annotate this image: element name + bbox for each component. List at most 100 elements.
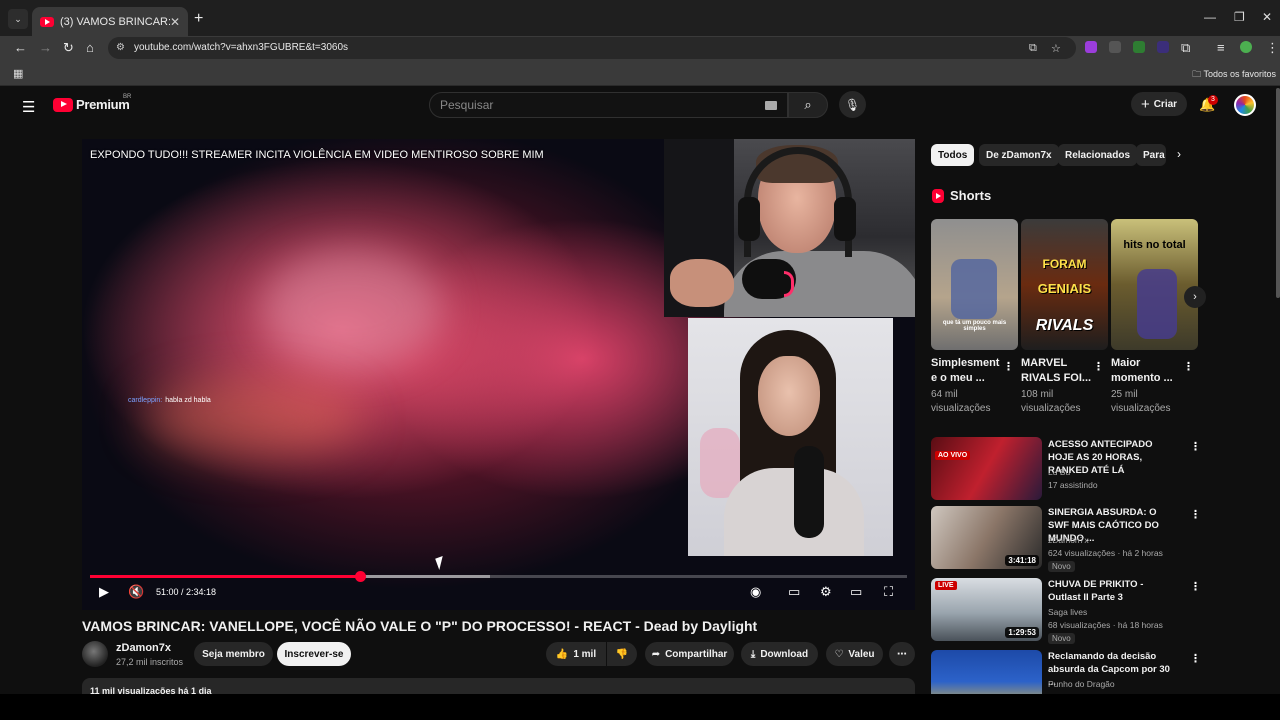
recommended-thumbnail[interactable]: LIVE 1:29:53 xyxy=(931,578,1042,641)
back-icon[interactable]: ← xyxy=(14,40,27,55)
time-display: 51:00 / 2:34:18 xyxy=(156,587,217,597)
fighter-figure xyxy=(1137,269,1177,339)
apps-grid-icon[interactable]: ▦ xyxy=(13,67,23,80)
short-title[interactable]: Maior momento ... xyxy=(1111,356,1183,386)
tab-search-button[interactable]: ⌄ xyxy=(8,9,28,29)
extensions-icon[interactable]: ⧉ xyxy=(1181,40,1190,56)
recommended-meta: 17 assistindo xyxy=(1048,480,1098,490)
browser-tabstrip: ⌄ (3) VAMOS BRINCAR: VANELLOPE ✕ + — ❐ ✕ xyxy=(0,0,1280,36)
player-overlay-title[interactable]: EXPONDO TUDO!!! STREAMER INCITA VIOLÊNCI… xyxy=(90,149,544,161)
like-button[interactable]: 👍 1 mil xyxy=(546,642,606,666)
progress-played xyxy=(90,575,361,578)
browser-menu-icon[interactable]: ⋮ xyxy=(1266,40,1279,56)
all-bookmarks-link[interactable]: 🗀 Todos os favoritos xyxy=(1192,67,1276,83)
site-info-icon[interactable]: ⚙ xyxy=(116,42,125,53)
create-label: Criar xyxy=(1153,98,1178,110)
page-scrollbar[interactable] xyxy=(1276,88,1280,298)
minimize-icon[interactable]: — xyxy=(1204,10,1216,24)
close-tab-icon[interactable]: ✕ xyxy=(170,15,180,29)
recommended-thumbnail[interactable]: 3:41:18 xyxy=(931,506,1042,569)
create-button[interactable]: + Criar xyxy=(1131,92,1187,116)
more-vertical-icon[interactable]: ⋮ xyxy=(1183,360,1194,373)
autoplay-toggle-icon[interactable]: ◉ xyxy=(750,584,761,600)
new-tab-icon[interactable]: + xyxy=(194,10,203,28)
home-icon[interactable]: ⌂ xyxy=(86,40,94,55)
chip-for-you[interactable]: Para xyxy=(1136,144,1166,166)
blurred-content xyxy=(262,249,442,369)
download-button[interactable]: ⤓ Download xyxy=(741,642,818,666)
voice-search-button[interactable]: 🎙 xyxy=(839,91,866,118)
recommended-channel[interactable]: Punho do Dragão xyxy=(1048,678,1115,691)
more-vertical-icon[interactable]: ⋮ xyxy=(1190,440,1201,453)
more-actions-button[interactable]: ⋯ xyxy=(889,642,915,666)
duration-badge: 1:29:53 xyxy=(1005,627,1039,638)
channel-avatar[interactable] xyxy=(82,641,108,667)
install-app-icon[interactable]: ⧉ xyxy=(1029,42,1037,55)
new-badge: Novo xyxy=(1048,633,1075,644)
reload-icon[interactable]: ↻ xyxy=(63,40,74,56)
subscribe-button[interactable]: Inscrever-se xyxy=(277,642,351,666)
address-bar[interactable]: ⚙ youtube.com/watch?v=ahxn3FGUBRE&t=3060… xyxy=(108,37,1076,59)
short-thumbnail[interactable]: hits no total xyxy=(1111,219,1198,350)
short-title[interactable]: MARVEL RIVALS FOI... xyxy=(1021,356,1093,386)
chat-text: habla zd habla xyxy=(165,397,211,404)
recommended-thumbnail[interactable]: AO VIVO xyxy=(931,437,1042,500)
video-title: VAMOS BRINCAR: VANELLOPE, VOCÊ NÃO VALE … xyxy=(82,618,758,634)
browser-tab[interactable]: (3) VAMOS BRINCAR: VANELLOPE ✕ xyxy=(32,7,188,36)
extension-green-icon[interactable] xyxy=(1133,41,1145,53)
thanks-button[interactable]: ♡ Valeu xyxy=(826,642,883,666)
chevron-right-icon[interactable]: › xyxy=(1177,147,1181,161)
short-thumbnail[interactable]: que tá um pouco mais simples xyxy=(931,219,1018,350)
bookmark-star-icon[interactable]: ☆ xyxy=(1051,42,1061,55)
recommended-title[interactable]: CHUVA DE PRIKITO - Outlast II Parte 3 xyxy=(1048,578,1178,604)
shorts-title: Shorts xyxy=(950,188,992,203)
mute-icon[interactable]: 🔇 xyxy=(128,584,144,600)
forward-icon[interactable]: → xyxy=(39,40,52,55)
video-player[interactable]: EXPONDO TUDO!!! STREAMER INCITA VIOLÊNCI… xyxy=(82,139,915,610)
fullscreen-icon[interactable]: ⛶ xyxy=(884,584,893,600)
more-vertical-icon[interactable]: ⋮ xyxy=(1190,652,1201,665)
chat-username: cardleppin: xyxy=(128,397,163,404)
restore-icon[interactable]: ❐ xyxy=(1234,10,1245,24)
join-button[interactable]: Seja membro xyxy=(194,642,273,666)
short-views: 25 mil visualizações xyxy=(1111,389,1171,414)
short-overlay-text: GENIAIS xyxy=(1037,281,1092,296)
recommended-channel[interactable]: Lu Bu xyxy=(1048,466,1070,479)
search-input[interactable] xyxy=(440,98,740,112)
more-vertical-icon[interactable]: ⋮ xyxy=(1190,508,1201,521)
share-button[interactable]: ➦ Compartilhar xyxy=(645,642,734,666)
chip-channel[interactable]: De zDamon7x xyxy=(979,144,1059,166)
chip-all[interactable]: Todos xyxy=(931,144,975,166)
youtube-premium-logo[interactable]: Premium BR xyxy=(53,94,131,112)
more-vertical-icon[interactable]: ⋮ xyxy=(1093,360,1104,373)
recommended-channel[interactable]: Saga lives xyxy=(1048,606,1087,619)
streamer-hand xyxy=(670,259,734,307)
guide-menu-icon[interactable]: ☰ xyxy=(22,98,35,116)
play-icon[interactable]: ▶ xyxy=(99,584,109,600)
more-vertical-icon[interactable]: ⋮ xyxy=(1003,360,1014,373)
keyboard-icon[interactable] xyxy=(765,101,777,110)
profile-avatar-icon[interactable] xyxy=(1240,41,1252,53)
settings-gear-icon[interactable]: ⚙ xyxy=(820,584,832,600)
theater-mode-icon[interactable]: ▭ xyxy=(850,584,862,600)
dislike-button[interactable]: 👎 xyxy=(607,642,637,666)
heart-dollar-icon: ♡ xyxy=(834,648,844,660)
subtitles-icon[interactable]: ▭ xyxy=(788,584,800,600)
media-control-icon[interactable]: ≡ xyxy=(1217,40,1225,55)
extension-script-icon[interactable] xyxy=(1109,41,1121,53)
like-count: 1 mil xyxy=(573,648,597,660)
bookmarks-bar: ▦ 🗀 Todos os favoritos xyxy=(0,60,1280,86)
extension-dark-icon[interactable] xyxy=(1157,41,1169,53)
more-vertical-icon[interactable]: ⋮ xyxy=(1190,580,1201,593)
close-window-icon[interactable]: ✕ xyxy=(1262,10,1272,24)
short-title[interactable]: Simplesment e o meu ... xyxy=(931,356,1003,386)
recommended-channel[interactable]: zDamon7x xyxy=(1048,534,1089,547)
short-thumbnail[interactable]: FORAM GENIAIS RIVALS xyxy=(1021,219,1108,350)
guest-webcam xyxy=(688,318,893,556)
extension-purple-icon[interactable] xyxy=(1085,41,1097,53)
search-button[interactable]: ⌕ xyxy=(788,92,828,118)
chip-related[interactable]: Relacionados xyxy=(1058,144,1138,166)
account-avatar[interactable] xyxy=(1234,94,1256,116)
channel-name[interactable]: zDamon7x xyxy=(116,642,171,654)
shorts-next-button[interactable]: › xyxy=(1184,286,1206,308)
